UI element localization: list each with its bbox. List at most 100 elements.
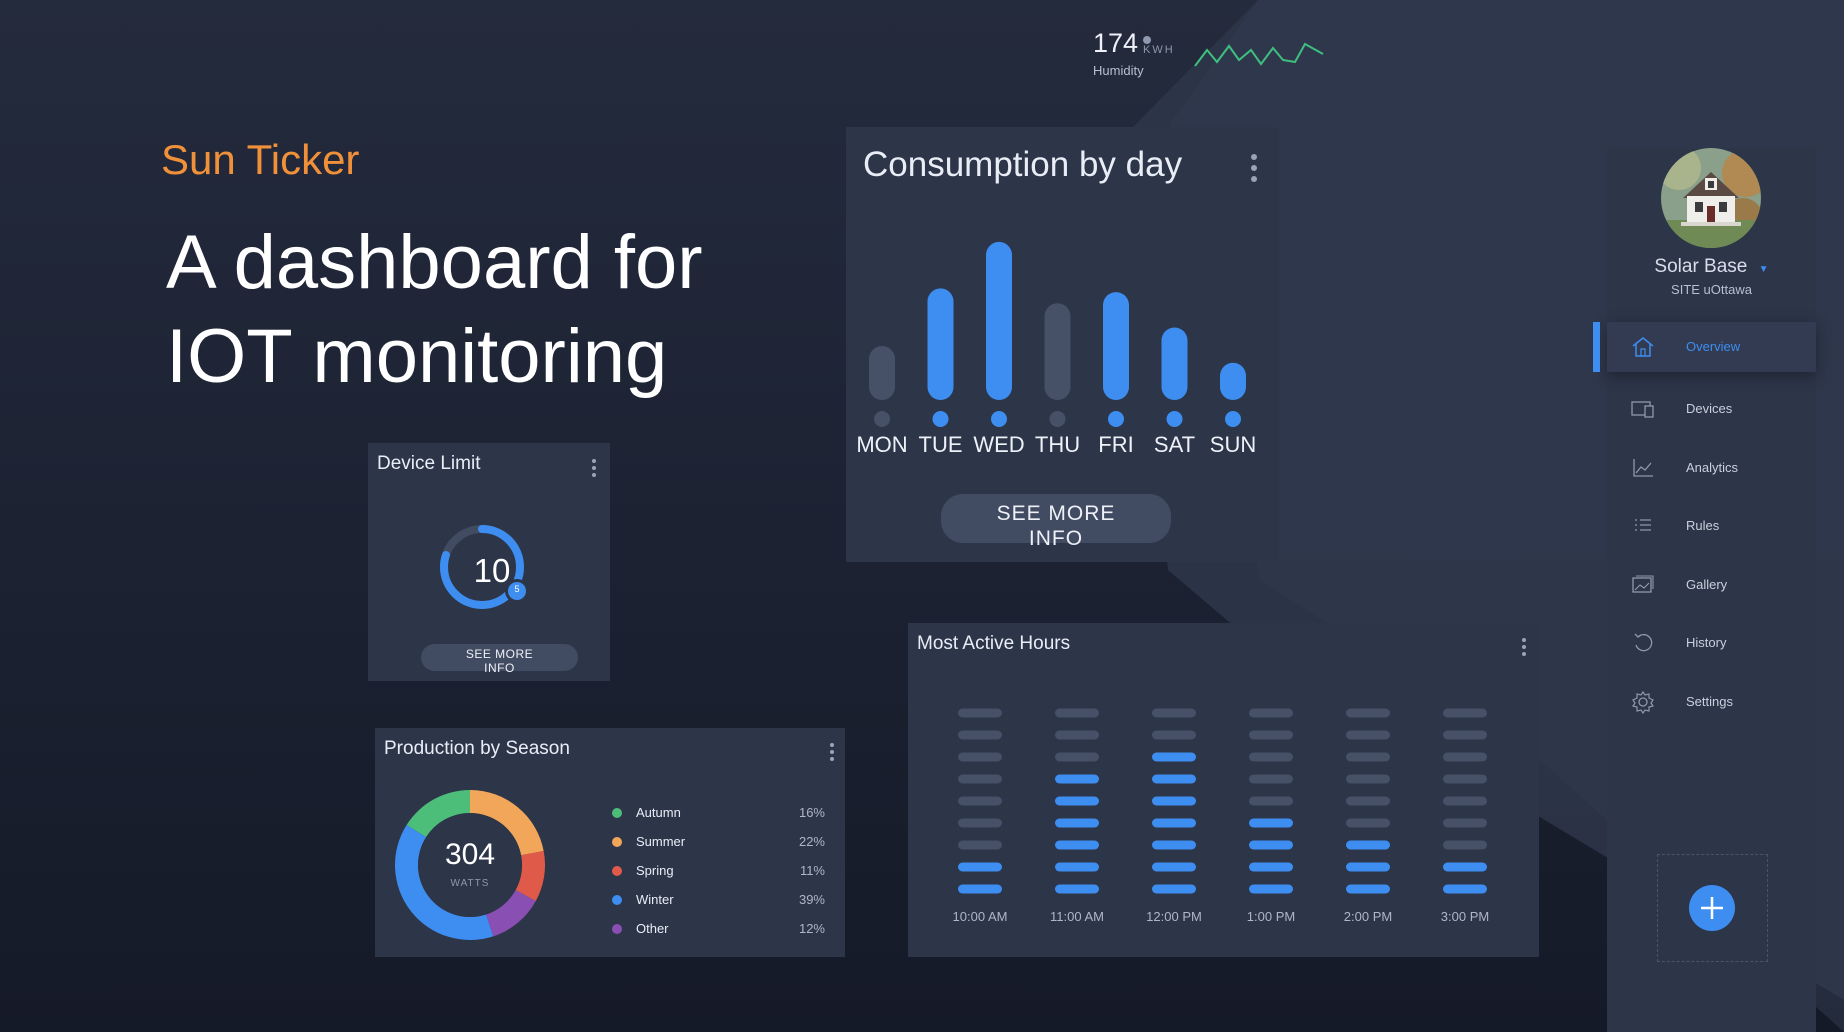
site-avatar[interactable] bbox=[1661, 148, 1761, 248]
sidebar-item-settings[interactable]: Settings bbox=[1607, 677, 1816, 727]
active-hour-cell-on bbox=[1249, 840, 1293, 850]
consumption-day-label: SUN bbox=[1210, 432, 1256, 457]
active-hour-cell-off bbox=[958, 774, 1002, 784]
sidebar-item-gallery[interactable]: Gallery bbox=[1607, 560, 1816, 610]
info-dot-icon bbox=[1143, 36, 1151, 44]
active-hour-cell-off bbox=[1346, 796, 1390, 806]
active-hour-cell-on bbox=[1152, 862, 1196, 872]
active-hour-cell-on bbox=[1346, 840, 1390, 850]
consumption-dot bbox=[1225, 411, 1241, 427]
sidebar-item-overview[interactable]: Overview bbox=[1593, 322, 1816, 372]
humidity-unit: KWH bbox=[1143, 44, 1175, 56]
legend-label: Summer bbox=[636, 834, 686, 849]
legend-item: Other 12% bbox=[612, 919, 832, 939]
consumption-day-label: FRI bbox=[1098, 432, 1133, 457]
consumption-bar bbox=[1103, 292, 1129, 400]
sidebar-item-analytics[interactable]: Analytics bbox=[1607, 443, 1816, 493]
active-hour-cell-on bbox=[1055, 840, 1099, 850]
active-hour-label: 12:00 PM bbox=[1146, 909, 1202, 924]
device-limit-title: Device Limit bbox=[377, 453, 481, 474]
button-line-1: SEE MORE bbox=[996, 502, 1116, 525]
devices-icon bbox=[1631, 401, 1654, 418]
active-hour-label: 1:00 PM bbox=[1247, 909, 1295, 924]
consumption-dot bbox=[1166, 411, 1183, 427]
legend-label: Winter bbox=[636, 892, 674, 907]
consumption-day-label: MON bbox=[856, 432, 907, 457]
active-hour-cell-on bbox=[1152, 818, 1196, 828]
production-menu-icon[interactable] bbox=[830, 743, 836, 761]
device-limit-see-more-button[interactable]: SEE MORE INFO bbox=[421, 644, 578, 675]
active-hour-cell-off bbox=[1443, 840, 1487, 850]
production-card: Production by Season 304 WATTS Autumn 16%… bbox=[375, 728, 845, 957]
active-hour-cell-off bbox=[1055, 708, 1099, 718]
history-icon bbox=[1634, 633, 1653, 652]
active-hour-cell-off bbox=[1249, 730, 1293, 740]
device-limit-menu-icon[interactable] bbox=[592, 459, 598, 477]
active-hours-chart: 10:00 AM 11:00 AM 12:00 PM 1:00 PM 2:00 PM 3:… bbox=[953, 708, 1489, 924]
button-line-1: SEE MORE bbox=[465, 647, 534, 661]
chevron-down-icon[interactable]: ▼ bbox=[1759, 264, 1769, 275]
consumption-bar bbox=[986, 241, 1012, 400]
active-hour-cell-off bbox=[958, 818, 1002, 828]
consumption-see-more-button[interactable]: SEE MORE INFO bbox=[941, 494, 1171, 550]
active-hour-cell-on bbox=[1443, 862, 1487, 872]
active-hour-cell-off bbox=[958, 796, 1002, 806]
sidebar-item-label: Rules bbox=[1686, 518, 1720, 533]
site-name[interactable]: Solar Base ▼ bbox=[1607, 256, 1816, 278]
button-line-2: INFO bbox=[1028, 527, 1084, 550]
humidity-value: 174 bbox=[1093, 28, 1139, 58]
active-hour-cell-off bbox=[1249, 796, 1293, 806]
settings-icon bbox=[1632, 690, 1654, 714]
legend-percent: 12% bbox=[798, 921, 825, 936]
consumption-chart: MON TUE WED THU FRI SAT SUN bbox=[856, 241, 1256, 457]
active-hour-cell-off bbox=[958, 730, 1002, 740]
gallery-icon bbox=[1632, 575, 1654, 593]
sidebar-item-label: Settings bbox=[1686, 694, 1733, 709]
production-total: 304 bbox=[444, 838, 496, 871]
legend-percent: 16% bbox=[798, 805, 825, 820]
sidebar-item-history[interactable]: History bbox=[1607, 618, 1816, 668]
active-hour-cell-off bbox=[1152, 708, 1196, 718]
sidebar-item-label: Devices bbox=[1686, 401, 1733, 416]
add-button[interactable] bbox=[1689, 885, 1735, 931]
device-limit-badge: 5 bbox=[514, 584, 520, 594]
hero-headline: A dashboard for IOT monitoring bbox=[166, 216, 703, 404]
active-hour-cell-off bbox=[1443, 708, 1487, 718]
legend-percent: 22% bbox=[798, 834, 825, 849]
sidebar-item-label: Overview bbox=[1686, 339, 1741, 354]
legend-label: Other bbox=[636, 921, 669, 936]
active-hours-card: Most Active Hours 10:00 AM 11:00 AM 12:00 … bbox=[908, 623, 1539, 957]
active-hour-cell-on bbox=[1055, 796, 1099, 806]
active-hour-cell-off bbox=[1249, 708, 1293, 718]
house-image bbox=[1661, 148, 1761, 248]
active-hour-cell-on bbox=[1152, 840, 1196, 850]
active-hour-label: 3:00 PM bbox=[1441, 909, 1489, 924]
active-hour-cell-off bbox=[1346, 774, 1390, 784]
legend-label: Autumn bbox=[636, 805, 681, 820]
active-hour-cell-off bbox=[958, 840, 1002, 850]
button-line-2: INFO bbox=[484, 661, 515, 675]
active-hour-cell-on bbox=[1152, 774, 1196, 784]
legend-dot bbox=[612, 895, 622, 905]
active-hour-cell-on bbox=[1346, 884, 1390, 894]
site-subtitle: SITE uOttawa bbox=[1671, 282, 1752, 297]
analytics-icon bbox=[1633, 459, 1653, 477]
legend-percent: 39% bbox=[798, 892, 825, 907]
sidebar-item-label: Analytics bbox=[1686, 460, 1739, 475]
active-hour-cell-off bbox=[1152, 730, 1196, 740]
active-hour-cell-on bbox=[958, 862, 1002, 872]
consumption-dot bbox=[932, 411, 949, 427]
consumption-bar bbox=[869, 346, 895, 400]
sidebar-item-devices[interactable]: Devices bbox=[1607, 384, 1816, 434]
active-hour-cell-off bbox=[958, 752, 1002, 762]
active-hour-cell-on bbox=[1249, 884, 1293, 894]
brand-title: Sun Ticker bbox=[161, 136, 360, 183]
sidebar-item-rules[interactable]: Rules bbox=[1607, 501, 1816, 551]
consumption-dot bbox=[1108, 411, 1124, 427]
legend-item: Summer 22% bbox=[612, 832, 832, 852]
active-hour-label: 11:00 AM bbox=[1050, 909, 1104, 924]
consumption-bar bbox=[1220, 362, 1246, 400]
legend-item: Winter 39% bbox=[612, 890, 832, 910]
legend-item: Spring 11% bbox=[612, 861, 832, 881]
consumption-card: Consumption by day MON TUE WED THU FRI SAT SUN… bbox=[846, 127, 1279, 562]
